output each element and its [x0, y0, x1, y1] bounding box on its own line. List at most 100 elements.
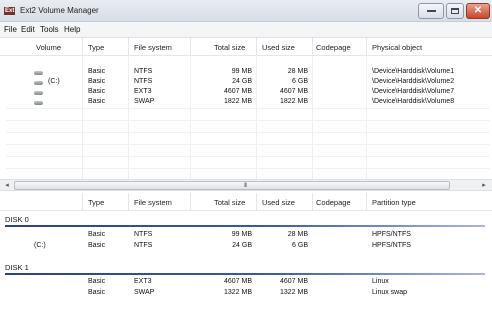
partition-total-size: 99 MB — [231, 231, 252, 238]
menu-bar: File Edit Tools Help — [0, 22, 492, 38]
column-header-used-size[interactable]: Used size — [262, 198, 295, 207]
grid-line — [6, 168, 490, 169]
disk-separator — [5, 225, 485, 227]
column-header-physical-object[interactable]: Physical object — [372, 43, 422, 52]
column-header-codepage[interactable]: Codepage — [316, 198, 351, 207]
partition-used-size: 1322 MB — [279, 289, 308, 296]
grid-line — [312, 56, 313, 179]
column-header-type[interactable]: Type — [88, 43, 104, 52]
partition-file-system: SWAP — [134, 289, 155, 296]
partition-total-size: 1322 MB — [223, 289, 252, 296]
ext2-volume-manager-window: Ext Ext2 Volume Manager ✕ File Edit Tool… — [0, 0, 492, 315]
partition-file-system: NTFS — [134, 242, 153, 249]
volume-file-system: SWAP — [134, 98, 155, 105]
scroll-left-icon[interactable]: ◂ — [1, 181, 13, 190]
disk-separator — [5, 273, 485, 275]
partition-type: Basic — [88, 231, 106, 238]
partition-type: Basic — [88, 289, 106, 296]
column-separator[interactable] — [82, 193, 83, 211]
column-header-codepage[interactable]: Codepage — [316, 43, 351, 52]
column-header-used-size[interactable]: Used size — [262, 43, 295, 52]
volume-used-size: 28 MB — [287, 68, 308, 75]
drive-icon — [34, 81, 43, 85]
disk-label[interactable]: DISK 1 — [5, 263, 29, 272]
column-header-file-system[interactable]: File system — [134, 198, 172, 207]
menu-edit[interactable]: Edit — [21, 25, 35, 34]
volume-type: Basic — [88, 88, 106, 95]
volume-physical-object: \Device\Harddisk\Volume2 — [372, 78, 455, 85]
volume-file-system: NTFS — [134, 78, 153, 85]
column-header-total-size[interactable]: Total size — [214, 43, 245, 52]
partition-volume: (C:) — [34, 242, 46, 249]
volume-total-size: 99 MB — [231, 68, 252, 75]
volume-type: Basic — [88, 98, 106, 105]
volume-physical-object: \Device\Harddisk\Volume7 — [372, 88, 455, 95]
disk-label[interactable]: DISK 0 — [5, 215, 29, 224]
column-separator[interactable] — [312, 38, 313, 56]
column-header-total-size[interactable]: Total size — [214, 198, 245, 207]
column-separator[interactable] — [128, 193, 129, 211]
horizontal-scrollbar[interactable]: ◂ III ▸ — [0, 179, 492, 191]
column-separator[interactable] — [312, 193, 313, 211]
column-separator[interactable] — [366, 38, 367, 56]
maximize-button[interactable] — [446, 3, 464, 19]
column-header-volume[interactable]: Volume — [36, 43, 61, 52]
title-bar[interactable]: Ext Ext2 Volume Manager ✕ — [0, 0, 492, 22]
grid-line — [6, 144, 490, 145]
minimize-button[interactable] — [418, 3, 444, 19]
column-separator[interactable] — [256, 38, 257, 56]
volume-file-system: EXT3 — [134, 88, 152, 95]
column-separator[interactable] — [128, 38, 129, 56]
drive-icon — [34, 71, 43, 75]
partition-type-name: Linux — [372, 278, 389, 285]
menu-file[interactable]: File — [4, 25, 17, 34]
partition-file-system: NTFS — [134, 231, 153, 238]
scrollbar-thumb[interactable]: III — [14, 181, 450, 190]
volume-type: Basic — [88, 68, 106, 75]
close-icon: ✕ — [473, 5, 483, 16]
volume-used-size: 6 GB — [292, 78, 308, 85]
volume-total-size: 24 GB — [232, 78, 252, 85]
minimize-icon — [426, 10, 436, 12]
volume-total-size: 1822 MB — [223, 98, 252, 105]
volume-name: (C:) — [48, 78, 60, 85]
column-header-type[interactable]: Type — [88, 198, 104, 207]
window-title: Ext2 Volume Manager — [20, 6, 99, 15]
grid-line — [256, 56, 257, 179]
volume-used-size: 4607 MB — [279, 88, 308, 95]
partition-used-size: 4607 MB — [279, 278, 308, 285]
partition-file-system: EXT3 — [134, 278, 152, 285]
grid-line — [190, 56, 191, 179]
volumes-header: Volume Type File system Total size Used … — [0, 38, 492, 56]
partition-type-name: HPFS/NTFS — [372, 242, 411, 249]
column-separator[interactable] — [82, 38, 83, 56]
column-separator[interactable] — [190, 193, 191, 211]
column-separator[interactable] — [256, 193, 257, 211]
drive-icon — [34, 101, 43, 105]
partitions-pane[interactable]: Type File system Total size Used size Co… — [0, 191, 492, 315]
close-button[interactable]: ✕ — [466, 3, 490, 19]
grid-line — [6, 156, 490, 157]
column-header-file-system[interactable]: File system — [134, 43, 172, 52]
partition-used-size: 28 MB — [287, 231, 308, 238]
partition-type-name: HPFS/NTFS — [372, 231, 411, 238]
menu-help[interactable]: Help — [64, 25, 80, 34]
grid-line — [6, 120, 490, 121]
column-separator[interactable] — [366, 193, 367, 211]
volume-used-size: 1822 MB — [279, 98, 308, 105]
scroll-right-icon[interactable]: ▸ — [478, 181, 490, 190]
maximize-icon — [451, 8, 459, 14]
volumes-list[interactable]: Volume Type File system Total size Used … — [0, 38, 492, 179]
app-icon: Ext — [4, 7, 16, 15]
partition-type: Basic — [88, 278, 106, 285]
volume-physical-object: \Device\Harddisk\Volume1 — [372, 68, 455, 75]
partition-total-size: 4607 MB — [223, 278, 252, 285]
partitions-header: Type File system Total size Used size Co… — [0, 193, 492, 211]
partition-used-size: 6 GB — [292, 242, 308, 249]
partition-type-name: Linux swap — [372, 289, 408, 296]
scrollbar-grip: III — [244, 183, 247, 189]
menu-tools[interactable]: Tools — [40, 25, 59, 34]
grid-line — [128, 56, 129, 179]
column-separator[interactable] — [190, 38, 191, 56]
column-header-partition-type[interactable]: Partition type — [372, 198, 416, 207]
